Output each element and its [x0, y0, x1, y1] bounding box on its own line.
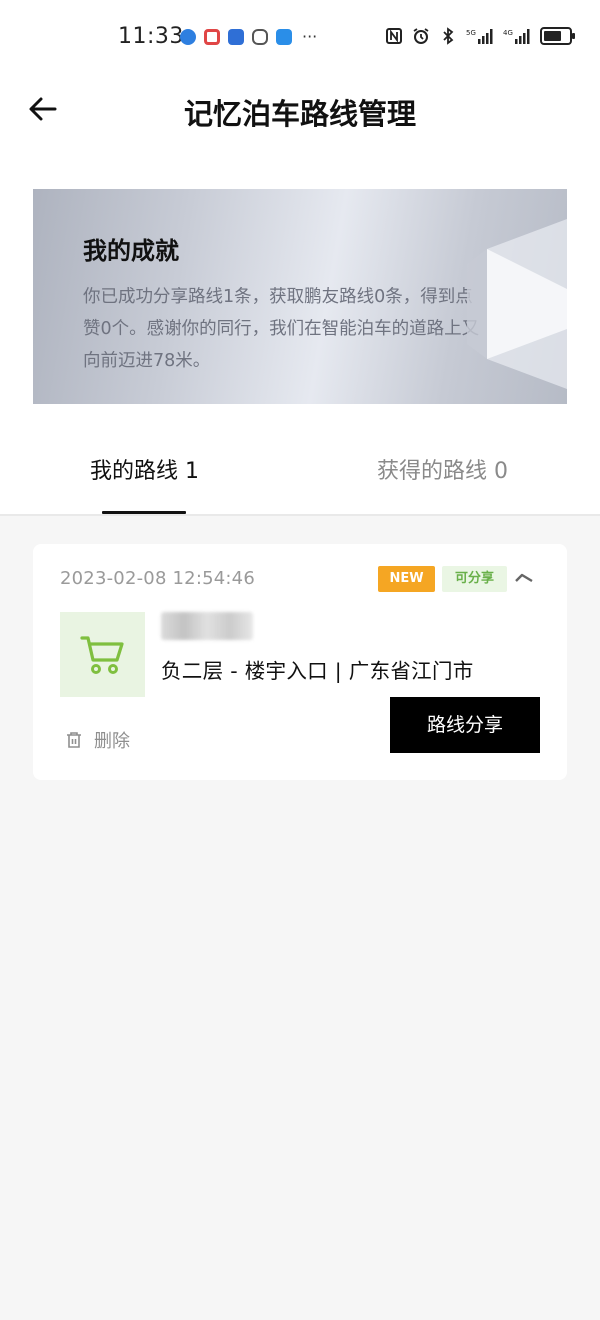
achievement-title: 我的成就 [83, 237, 179, 265]
network-label-5g: 5G [466, 29, 476, 37]
tab-my-routes[interactable]: 我的路线 1 [90, 453, 199, 485]
route-thumbnail [60, 612, 145, 697]
browser-icon [180, 29, 196, 45]
shareable-badge: 可分享 [442, 566, 507, 592]
hand-app-icon [252, 29, 268, 45]
status-app-icons: ··· [180, 29, 317, 45]
achievement-text: 你已成功分享路线1条，获取鹏友路线0条，得到点赞0个。感谢你的同行，我们在智能泊… [83, 287, 480, 371]
crystal-decoration-icon [467, 219, 567, 389]
trash-icon [67, 732, 81, 748]
top-section: 我的成就 你已成功分享路线1条，获取鹏友路线0条，得到点赞0个。感谢你的同行，我… [0, 144, 600, 516]
route-location: 负二层 - 楼宇入口 | 广东省江门市 [161, 659, 474, 683]
app-header: 记忆泊车路线管理 [0, 76, 600, 144]
red-app-icon [204, 29, 220, 45]
bluetooth-icon [443, 27, 454, 45]
tab-indicator [102, 511, 186, 514]
nfc-icon [386, 28, 402, 44]
alarm-icon [413, 28, 429, 44]
status-bar: 11:33 ··· 5G 4G [0, 0, 600, 76]
tab-received-routes[interactable]: 获得的路线 0 [377, 453, 508, 485]
route-card: 2023-02-08 12:54:46 NEW 可分享 负二层 - 楼宇入口 |… [33, 544, 567, 780]
signal-4g-icon: 4G [503, 29, 530, 44]
status-time: 11:33 [118, 24, 184, 49]
signal-5g-icon: 5G [466, 29, 493, 44]
blurred-route-name [161, 612, 253, 640]
page-title: 记忆泊车路线管理 [183, 97, 416, 131]
shopping-cart-icon [80, 636, 124, 674]
battery-icon [540, 27, 575, 45]
collapse-arrow-icon[interactable] [515, 572, 533, 586]
route-share-button[interactable]: 路线分享 [390, 697, 540, 753]
route-timestamp: 2023-02-08 12:54:46 [60, 568, 255, 589]
weather-app-icon [276, 29, 292, 45]
delete-button[interactable]: 删除 [66, 726, 130, 754]
achievement-banner: 我的成就 你已成功分享路线1条，获取鹏友路线0条，得到点赞0个。感谢你的同行，我… [33, 189, 567, 404]
new-badge: NEW [378, 566, 435, 592]
network-label-4g: 4G [503, 29, 513, 37]
more-notifications-icon: ··· [302, 27, 318, 46]
blue-app-icon [228, 29, 244, 45]
system-status-icons: 5G 4G [385, 27, 575, 45]
route-tabs: 我的路线 1 获得的路线 0 [0, 439, 600, 514]
delete-label: 删除 [94, 731, 130, 752]
